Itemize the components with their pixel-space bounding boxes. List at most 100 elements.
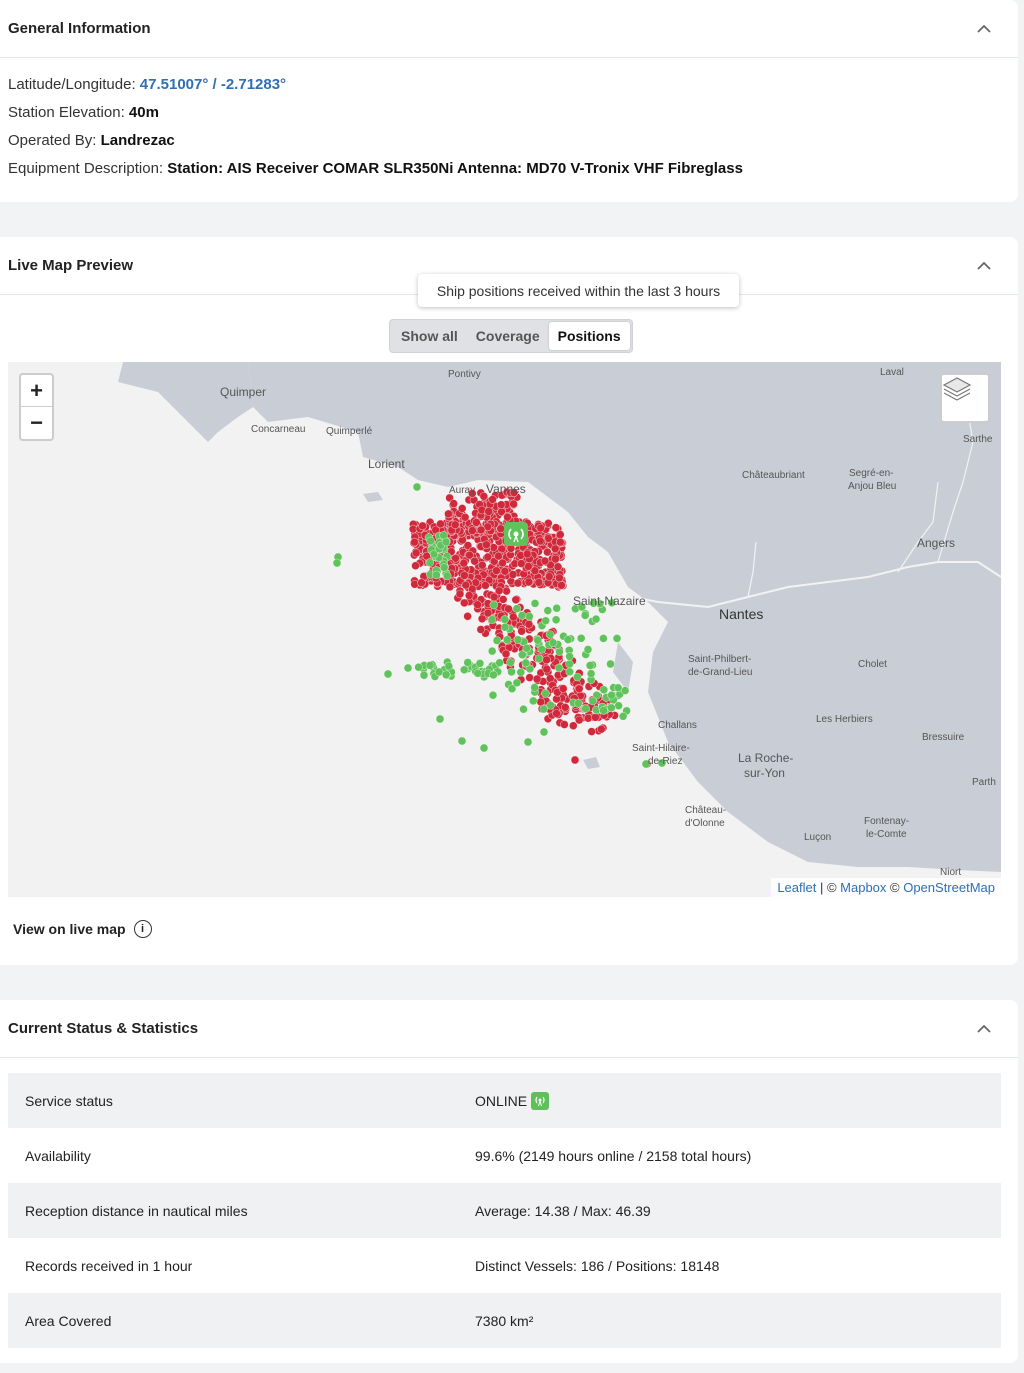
elevation-line: Station Elevation: 40m xyxy=(8,104,159,121)
position-dot-green xyxy=(612,634,622,643)
position-dot-green xyxy=(457,736,467,746)
position-dot-green xyxy=(502,635,512,645)
land-brittany xyxy=(123,362,1001,872)
position-dot-red xyxy=(544,572,554,581)
table-row: Reception distance in nautical miles Ave… xyxy=(8,1183,1001,1238)
position-dot-green xyxy=(426,536,435,546)
leaflet-link[interactable]: Leaflet xyxy=(777,880,816,895)
position-dot-green xyxy=(534,654,544,664)
land-finistere xyxy=(118,362,253,442)
zoom-out-button[interactable]: − xyxy=(21,407,52,439)
osm-link[interactable]: OpenStreetMap xyxy=(903,880,995,895)
place-label: Niort xyxy=(940,867,961,878)
position-dot-green xyxy=(517,611,527,620)
position-dot-green xyxy=(473,668,483,678)
position-dot-red xyxy=(555,537,565,547)
position-dot-red xyxy=(481,581,490,590)
place-label: Saint-Hilaire- xyxy=(632,743,690,754)
position-dot-green xyxy=(599,634,608,643)
position-dot-red xyxy=(498,595,508,604)
place-label: de-Grand-Lieu xyxy=(688,667,752,678)
position-dot-red xyxy=(557,581,566,590)
position-dot-green xyxy=(463,658,473,667)
general-info-card: General Information Latitude/Longitude: … xyxy=(0,0,1018,202)
position-dot-red xyxy=(536,697,546,707)
position-dot-red xyxy=(472,518,481,527)
position-dot-red xyxy=(436,519,445,529)
position-dot-red xyxy=(496,500,506,509)
position-dot-green xyxy=(555,647,564,657)
position-dot-green xyxy=(543,606,553,615)
place-label: de-Riez xyxy=(648,756,682,767)
map-attribution: Leaflet | © Mapbox © OpenStreetMap xyxy=(771,878,1001,897)
operator-line: Operated By: Landrezac xyxy=(8,132,175,149)
position-dot-red xyxy=(461,580,471,590)
position-dot-green xyxy=(521,658,531,668)
position-dot-red xyxy=(457,504,467,513)
position-dot-red xyxy=(500,567,510,576)
stats-table: Service status ONLINE Availability 99.6%… xyxy=(8,1073,1001,1348)
chevron-up-icon[interactable] xyxy=(970,15,998,43)
position-dot-green xyxy=(614,701,623,711)
land-yeu xyxy=(583,757,600,769)
row-key: Service status xyxy=(25,1092,113,1109)
position-dot-green xyxy=(599,706,608,715)
position-dot-red xyxy=(468,526,477,535)
position-dot-red xyxy=(513,578,523,588)
live-map[interactable]: Quimper Concarneau Quimperlé Pontivy Lorient… xyxy=(8,362,1001,897)
position-dot-red xyxy=(411,548,421,558)
place-label: Lorient xyxy=(368,457,405,471)
position-dot-green xyxy=(537,644,546,654)
position-dot-red xyxy=(504,604,513,614)
layers-icon xyxy=(942,377,972,401)
position-dot-red xyxy=(509,499,518,509)
position-dot-green xyxy=(551,615,561,625)
row-key: Records received in 1 hour xyxy=(25,1257,193,1274)
layers-button[interactable] xyxy=(940,373,990,423)
row-key: Reception distance in nautical miles xyxy=(25,1202,248,1219)
stats-header[interactable]: Current Status & Statistics xyxy=(0,1000,1018,1058)
view-on-live-map-link[interactable]: View on live map i xyxy=(13,920,152,938)
position-dot-red xyxy=(560,720,569,729)
position-dot-red xyxy=(553,562,563,572)
position-dot-red xyxy=(522,549,532,559)
position-dot-red xyxy=(517,626,526,636)
place-label: Sarthe xyxy=(963,434,993,445)
position-dot-red xyxy=(536,523,546,533)
position-dot-green xyxy=(585,661,595,670)
chevron-up-icon[interactable] xyxy=(970,252,998,280)
row-key: Area Covered xyxy=(25,1312,112,1329)
place-label: Saint-Nazaire xyxy=(573,594,646,608)
position-dot-red xyxy=(596,724,606,734)
position-dot-red xyxy=(460,571,469,580)
position-dot-green xyxy=(530,599,540,608)
lat-lon-link[interactable]: 47.51007° / -2.71283° xyxy=(140,76,286,93)
toggle-positions[interactable]: Positions xyxy=(548,322,630,350)
position-dot-green xyxy=(488,690,498,700)
chevron-up-icon[interactable] xyxy=(970,1015,998,1043)
position-dot-green xyxy=(606,659,615,669)
position-dot-green xyxy=(442,571,452,581)
position-dot-green xyxy=(425,661,435,670)
position-dot-red xyxy=(542,655,551,665)
zoom-in-button[interactable]: + xyxy=(21,375,52,407)
position-dot-green xyxy=(541,616,551,626)
position-dot-green xyxy=(475,659,485,668)
position-dot-red xyxy=(455,589,465,599)
place-label: Nantes xyxy=(719,606,763,622)
toggle-show-all[interactable]: Show all xyxy=(392,322,467,350)
position-dot-red xyxy=(460,513,470,522)
position-dot-red xyxy=(502,586,511,596)
position-dot-green xyxy=(500,622,510,632)
info-icon[interactable]: i xyxy=(133,920,152,938)
toggle-coverage[interactable]: Coverage xyxy=(467,322,549,350)
place-label: d'Olonne xyxy=(685,818,725,829)
table-row: Service status ONLINE xyxy=(8,1073,1001,1128)
station-marker-icon xyxy=(504,522,528,546)
place-label: sur-Yon xyxy=(744,766,785,780)
position-dot-red xyxy=(524,619,534,629)
mapbox-link[interactable]: Mapbox xyxy=(840,880,886,895)
general-info-header[interactable]: General Information xyxy=(0,0,1018,58)
row-value: Distinct Vessels: 186 / Positions: 18148 xyxy=(475,1257,720,1274)
zoom-control: + − xyxy=(19,373,54,441)
